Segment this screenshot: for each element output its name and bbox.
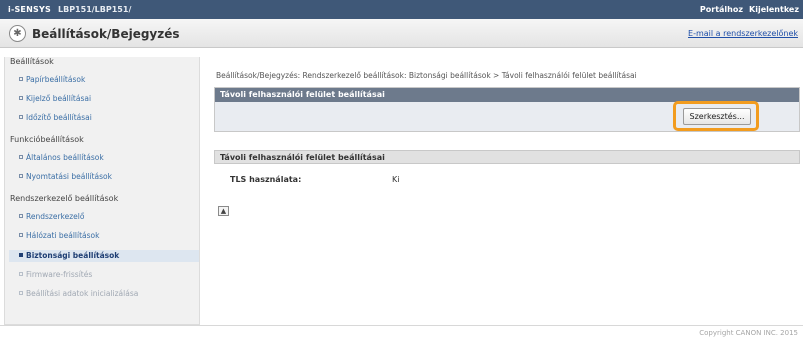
brand-name: i-SENSYS — [8, 5, 51, 14]
bullet-icon — [19, 96, 23, 100]
top-bar: i-SENSYS LBP151/LBP151/ Portálhoz Kijelen… — [0, 0, 803, 19]
sidebar-item-paper-settings[interactable]: Papírbeállítások — [19, 75, 85, 84]
sidebar-section-admin-settings: Rendszerkezelő beállítások — [10, 194, 119, 203]
page-title: Beállítások/Bejegyzés — [32, 27, 180, 41]
panel-header: Távoli felhasználói felület beállításai — [215, 88, 799, 102]
footer-divider — [0, 325, 803, 326]
bullet-icon — [19, 272, 23, 276]
logout-link[interactable]: Kijelentkez — [749, 5, 799, 14]
sidebar-item-security-settings[interactable]: Biztonsági beállítások — [9, 250, 199, 262]
bullet-icon — [19, 174, 23, 178]
bullet-icon — [19, 214, 23, 218]
top-links: Portálhoz Kijelentkez — [700, 5, 799, 14]
sidebar: Beállítások Papírbeállítások Kijelző beá… — [4, 57, 200, 325]
sidebar-section-settings: Beállítások — [10, 57, 54, 66]
edit-button[interactable]: Szerkesztés... — [683, 108, 751, 125]
printer-model: LBP151/LBP151/ — [58, 5, 132, 14]
title-bar: ✱ Beállítások/Bejegyzés E-mail a rendsze… — [0, 19, 803, 48]
sidebar-item-initialize-settings[interactable]: Beállítási adatok inicializálása — [19, 289, 138, 298]
sidebar-section-function-settings: Funkcióbeállítások — [10, 135, 84, 144]
portal-link[interactable]: Portálhoz — [700, 5, 743, 14]
bullet-icon — [19, 155, 23, 159]
breadcrumb: Beállítások/Bejegyzés: Rendszerkezelő be… — [216, 71, 637, 80]
sidebar-item-timer-settings[interactable]: Időzítő beállításai — [19, 113, 92, 122]
email-admin-link[interactable]: E-mail a rendszerkezelőnek — [688, 29, 798, 38]
sidebar-item-general-settings[interactable]: Általános beállítások — [19, 153, 104, 162]
bullet-icon — [19, 253, 23, 257]
page-top-icon[interactable]: ▲ — [218, 206, 229, 216]
bullet-icon — [19, 233, 23, 237]
tls-value: Ki — [392, 175, 400, 184]
panel-header: Távoli felhasználói felület beállításai — [220, 153, 385, 162]
sidebar-item-network-settings[interactable]: Hálózati beállítások — [19, 231, 99, 240]
settings-icon: ✱ — [9, 25, 26, 42]
remote-ui-details-panel: Távoli felhasználói felület beállításai — [214, 150, 800, 164]
sidebar-item-print-settings[interactable]: Nyomtatási beállítások — [19, 172, 112, 181]
tls-label: TLS használata: — [230, 175, 302, 184]
bullet-icon — [19, 77, 23, 81]
sidebar-item-system-manager[interactable]: Rendszerkezelő — [19, 212, 84, 221]
sidebar-item-firmware-update[interactable]: Firmware-frissítés — [19, 270, 92, 279]
sidebar-item-display-settings[interactable]: Kijelző beállításai — [19, 94, 91, 103]
bullet-icon — [19, 115, 23, 119]
bullet-icon — [19, 291, 23, 295]
copyright: Copyright CANON INC. 2015 — [699, 329, 798, 337]
